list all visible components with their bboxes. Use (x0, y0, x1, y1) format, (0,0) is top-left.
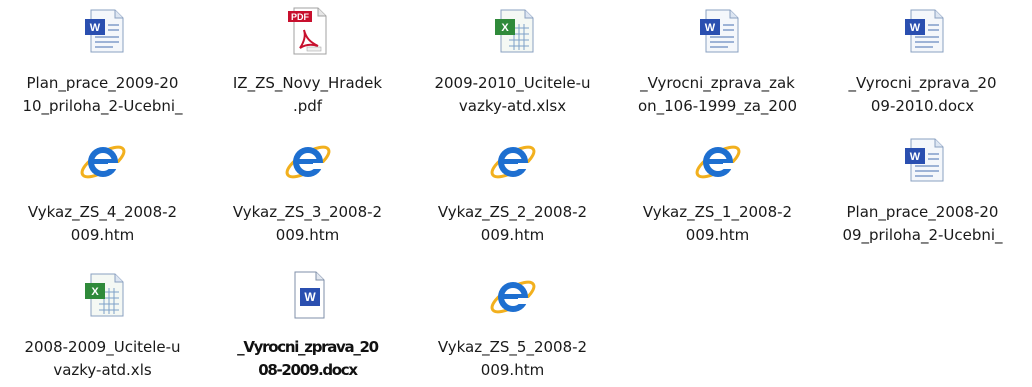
svg-text:W: W (705, 22, 716, 34)
word-document-icon: W (700, 9, 739, 53)
file-name-line-2: 009.htm (480, 361, 545, 379)
internet-explorer-icon (80, 145, 126, 179)
file-2009-2010-ucitele-uvazky[interactable]: X 2009-2010_Ucitele-u vazky-atd.xlsx (410, 0, 615, 122)
file-name-line-1: _Vyrocni_zprava_zak (640, 74, 795, 92)
file-name-line-2: vazky-atd.xls (53, 361, 152, 379)
svg-text:W: W (910, 22, 921, 34)
file-name-line-1: Vykaz_ZS_2_2008-2 (437, 203, 588, 221)
file-name-line-1: IZ_ZS_Novy_Hradek (232, 74, 383, 92)
svg-text:W: W (910, 151, 921, 163)
word-document-icon: W (905, 9, 944, 53)
word-document-icon: W (294, 271, 325, 319)
file-name-line-2: 09_priloha_2-Ucebni_ (842, 226, 1003, 244)
file-name-line-2: on_106-1999_za_200 (637, 97, 798, 115)
file-name-line-1: Vykaz_ZS_4_2008-2 (27, 203, 178, 221)
file-name-line-2: 009.htm (70, 226, 135, 244)
pdf-document-icon: PDF (288, 7, 327, 55)
internet-explorer-icon (695, 145, 741, 179)
file-plan-prace-2009-2010[interactable]: W Plan_prace_2009-20 10_priloha_2-Ucebni_ (0, 0, 205, 122)
excel-spreadsheet-icon: X (85, 273, 124, 317)
file-name-line-1: _Vyrocni_zprava_20 (848, 74, 997, 92)
file-name-line-2: 10_priloha_2-Ucebni_ (22, 97, 183, 115)
file-vykaz-zs-1[interactable]: Vykaz_ZS_1_2008-2 009.htm (615, 129, 820, 251)
file-vyrocni-zprava-2009-2010[interactable]: W _Vyrocni_zprava_20 09-2010.docx (820, 0, 1025, 122)
file-name-line-2: vazky-atd.xlsx (458, 97, 567, 115)
file-name-line-2: 09-2010.docx (870, 97, 975, 115)
file-icon-grid: W Plan_prace_2009-20 10_priloha_2-Ucebni_… (0, 0, 1032, 387)
file-name-line-1: _Vyrocni_zprava_20 (237, 338, 379, 356)
file-vykaz-zs-2[interactable]: Vykaz_ZS_2_2008-2 009.htm (410, 129, 615, 251)
svg-text:X: X (91, 286, 99, 298)
file-name-line-2: 009.htm (480, 226, 545, 244)
file-name-line-2: .pdf (292, 97, 323, 115)
file-name-line-2: 009.htm (275, 226, 340, 244)
internet-explorer-icon (490, 280, 536, 314)
file-name-line-1: Vykaz_ZS_5_2008-2 (437, 338, 588, 356)
file-name-line-1: Vykaz_ZS_3_2008-2 (232, 203, 383, 221)
svg-text:X: X (501, 22, 509, 34)
file-plan-prace-2008-2009[interactable]: W Plan_prace_2008-20 09_priloha_2-Ucebni_ (820, 129, 1025, 251)
file-vykaz-zs-5[interactable]: Vykaz_ZS_5_2008-2 009.htm (410, 264, 615, 386)
internet-explorer-icon (285, 145, 331, 179)
word-document-icon: W (85, 9, 124, 53)
svg-text:W: W (90, 22, 101, 34)
file-name-line-1: Plan_prace_2009-20 (26, 74, 179, 92)
file-name-line-1: 2008-2009_Ucitele-u (24, 338, 181, 356)
file-name-line-2: 009.htm (685, 226, 750, 244)
file-vyrocni-zprava-2008-2009[interactable]: W _Vyrocni_zprava_20 08-2009.docx (205, 264, 410, 386)
file-iz-zs-novy-hradek[interactable]: PDF IZ_ZS_Novy_Hradek .pdf (205, 0, 410, 122)
file-name-line-2: 08-2009.docx (258, 361, 358, 379)
excel-spreadsheet-icon: X (495, 9, 534, 53)
file-2008-2009-ucitele-uvazky[interactable]: X 2008-2009_Ucitele-u vazky-atd.xls (0, 264, 205, 386)
file-vykaz-zs-4[interactable]: Vykaz_ZS_4_2008-2 009.htm (0, 129, 205, 251)
internet-explorer-icon (490, 145, 536, 179)
file-vyrocni-zprava-zakon[interactable]: W _Vyrocni_zprava_zak on_106-1999_za_200 (615, 0, 820, 122)
svg-text:PDF: PDF (291, 12, 310, 22)
file-vykaz-zs-3[interactable]: Vykaz_ZS_3_2008-2 009.htm (205, 129, 410, 251)
file-name-line-1: Vykaz_ZS_1_2008-2 (642, 203, 793, 221)
svg-text:W: W (304, 290, 316, 304)
file-name-line-1: Plan_prace_2008-20 (846, 203, 999, 221)
word-document-icon: W (905, 138, 944, 182)
file-name-line-1: 2009-2010_Ucitele-u (434, 74, 591, 92)
